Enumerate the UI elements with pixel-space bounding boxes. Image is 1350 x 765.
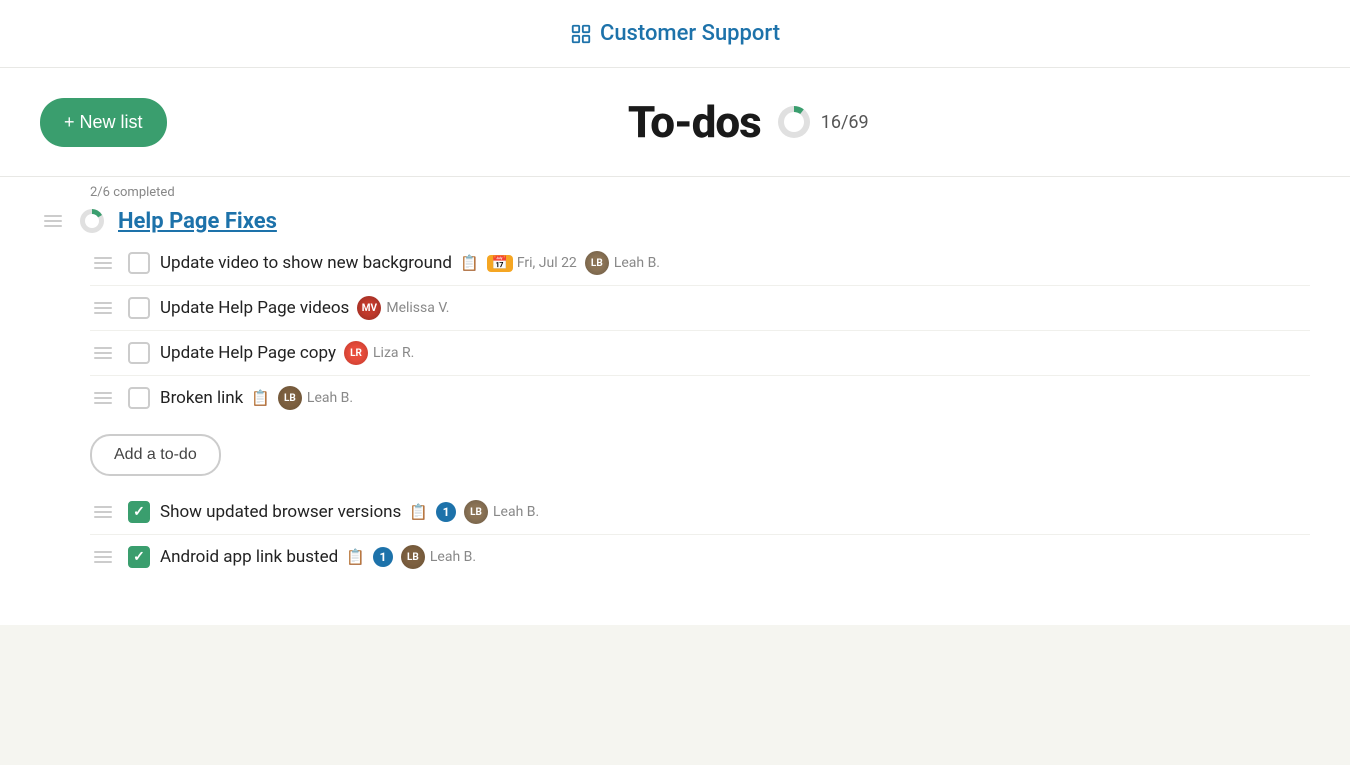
new-list-button[interactable]: + New list [40, 98, 167, 147]
table-row: Update Help Page videos MV Melissa V. [90, 286, 1310, 331]
doc-icon: 📋 [409, 503, 428, 521]
list-section: 2/6 completed Help Page Fixes [40, 207, 1310, 579]
table-row: Android app link busted 📋 1 LB Leah B. [90, 535, 1310, 579]
avatar-3: LR [344, 341, 368, 365]
doc-icon: 📋 [460, 254, 479, 272]
avatar-5: LB [464, 500, 488, 524]
progress-area: 16/69 [775, 103, 869, 141]
list-title-link[interactable]: Help Page Fixes [118, 209, 277, 234]
doc-icon: 📋 [251, 389, 270, 407]
todo-items: Update video to show new background 📋 📅 … [90, 241, 1310, 420]
drag-handle[interactable] [90, 345, 116, 361]
todo-text-3: Update Help Page copy LR Liza R. [160, 341, 1310, 365]
todo-checkbox-2[interactable] [128, 297, 150, 319]
drag-handle[interactable] [90, 255, 116, 271]
todo-text-4: Broken link 📋 LB Leah B. [160, 386, 1310, 410]
table-row: Update video to show new background 📋 📅 … [90, 241, 1310, 286]
assignee-6: LB Leah B. [401, 545, 476, 569]
list-header: 2/6 completed Help Page Fixes [40, 207, 1310, 235]
calendar-icon: 📅 [487, 255, 513, 272]
header-row: + New list To-dos 16/69 [0, 68, 1350, 177]
assignee-1: LB Leah B. [585, 251, 660, 275]
main-area: + New list To-dos 16/69 2/6 completed [0, 68, 1350, 625]
table-row: Update Help Page copy LR Liza R. [90, 331, 1310, 376]
drag-handle[interactable] [90, 504, 116, 520]
avatar-2: MV [357, 296, 381, 320]
page-title-area: To-dos 16/69 [187, 96, 1310, 148]
assignee-2: MV Melissa V. [357, 296, 449, 320]
drag-handle[interactable] [90, 300, 116, 316]
table-row: Broken link 📋 LB Leah B. [90, 376, 1310, 420]
avatar-6: LB [401, 545, 425, 569]
avatar-4: LB [278, 386, 302, 410]
drag-handle[interactable] [40, 213, 66, 229]
todo-checkbox-1[interactable] [128, 252, 150, 274]
progress-pie-chart [775, 103, 813, 141]
add-todo-button[interactable]: Add a to-do [90, 434, 221, 476]
customer-support-title: Customer Support [600, 21, 780, 46]
content-area: 2/6 completed Help Page Fixes [0, 177, 1350, 625]
todo-checkbox-6[interactable] [128, 546, 150, 568]
completed-todo-items: Show updated browser versions 📋 1 LB Lea… [90, 490, 1310, 579]
todo-text-2: Update Help Page videos MV Melissa V. [160, 296, 1310, 320]
table-row: Show updated browser versions 📋 1 LB Lea… [90, 490, 1310, 535]
drag-handle[interactable] [90, 549, 116, 565]
todo-checkbox-5[interactable] [128, 501, 150, 523]
assignee-5: LB Leah B. [464, 500, 539, 524]
drag-handle[interactable] [90, 390, 116, 406]
todo-checkbox-4[interactable] [128, 387, 150, 409]
doc-icon: 📋 [346, 548, 365, 566]
todo-text-1: Update video to show new background 📋 📅 … [160, 251, 1310, 275]
top-bar: Customer Support [0, 0, 1350, 68]
assignee-4: LB Leah B. [278, 386, 353, 410]
list-pie-chart [78, 207, 106, 235]
page-title: To-dos [628, 96, 761, 148]
completed-label: 2/6 completed [90, 185, 175, 200]
assignee-3: LR Liza R. [344, 341, 414, 365]
todo-checkbox-3[interactable] [128, 342, 150, 364]
date-badge: 📅 Fri, Jul 22 [487, 255, 577, 272]
comment-badge-6: 1 [373, 547, 393, 567]
todo-text-6: Android app link busted 📋 1 LB Leah B. [160, 545, 1310, 569]
grid-icon [570, 23, 592, 45]
avatar-1: LB [585, 251, 609, 275]
comment-badge-5: 1 [436, 502, 456, 522]
customer-support-link[interactable]: Customer Support [570, 21, 780, 46]
progress-label: 16/69 [821, 112, 869, 133]
todo-text-5: Show updated browser versions 📋 1 LB Lea… [160, 500, 1310, 524]
